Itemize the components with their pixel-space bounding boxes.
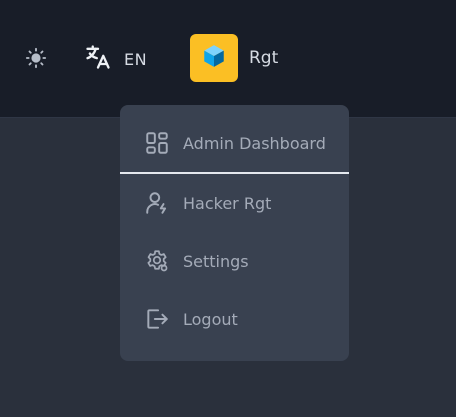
- avatar: [190, 34, 238, 82]
- user-name: Rgt: [249, 48, 279, 68]
- menu-item-label: Settings: [183, 251, 249, 271]
- user-dropdown-menu: Admin Dashboard Hacker Rgt Settings Logo…: [120, 105, 349, 361]
- menu-item-label: Hacker Rgt: [183, 193, 272, 213]
- menu-item-label: Admin Dashboard: [183, 133, 326, 153]
- user-menu-button[interactable]: Rgt: [190, 34, 278, 82]
- cube-icon: [201, 43, 227, 73]
- top-navbar: EN Rgt: [0, 0, 456, 117]
- language-code: EN: [124, 49, 148, 69]
- sun-icon: [25, 47, 47, 73]
- language-switcher[interactable]: EN: [84, 40, 147, 78]
- page: EN Rgt Admin Dashboard Hacker Rgt Settin…: [0, 0, 456, 417]
- menu-item-logout[interactable]: Logout: [120, 290, 349, 348]
- dashboard-icon: [144, 130, 170, 156]
- logout-icon: [144, 306, 170, 332]
- gear-icon: [144, 248, 170, 274]
- menu-item-admin-dashboard[interactable]: Admin Dashboard: [120, 114, 349, 172]
- theme-toggle-button[interactable]: [21, 45, 51, 75]
- user-icon: [144, 190, 170, 216]
- translate-icon: [84, 43, 112, 75]
- menu-item-profile[interactable]: Hacker Rgt: [120, 174, 349, 232]
- menu-item-label: Logout: [183, 309, 238, 329]
- menu-item-settings[interactable]: Settings: [120, 232, 349, 290]
